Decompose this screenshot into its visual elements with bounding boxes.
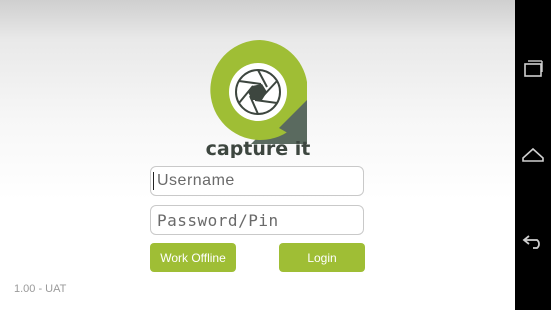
brand-name: capture it	[206, 138, 311, 158]
username-input[interactable]	[150, 166, 364, 196]
app-screen: capture it Work Offline Login 1.00 - UAT	[0, 0, 515, 310]
recent-apps-icon[interactable]	[521, 56, 545, 80]
capture-it-logo-icon: capture it	[206, 40, 311, 158]
password-input[interactable]	[150, 205, 364, 235]
work-offline-button[interactable]: Work Offline	[150, 243, 236, 272]
version-label: 1.00 - UAT	[14, 283, 67, 295]
logo: capture it	[206, 40, 311, 158]
navigation-bar	[515, 0, 551, 310]
back-icon[interactable]	[521, 228, 545, 252]
login-button[interactable]: Login	[279, 243, 365, 272]
home-icon[interactable]	[521, 142, 545, 166]
text-cursor	[153, 172, 154, 190]
